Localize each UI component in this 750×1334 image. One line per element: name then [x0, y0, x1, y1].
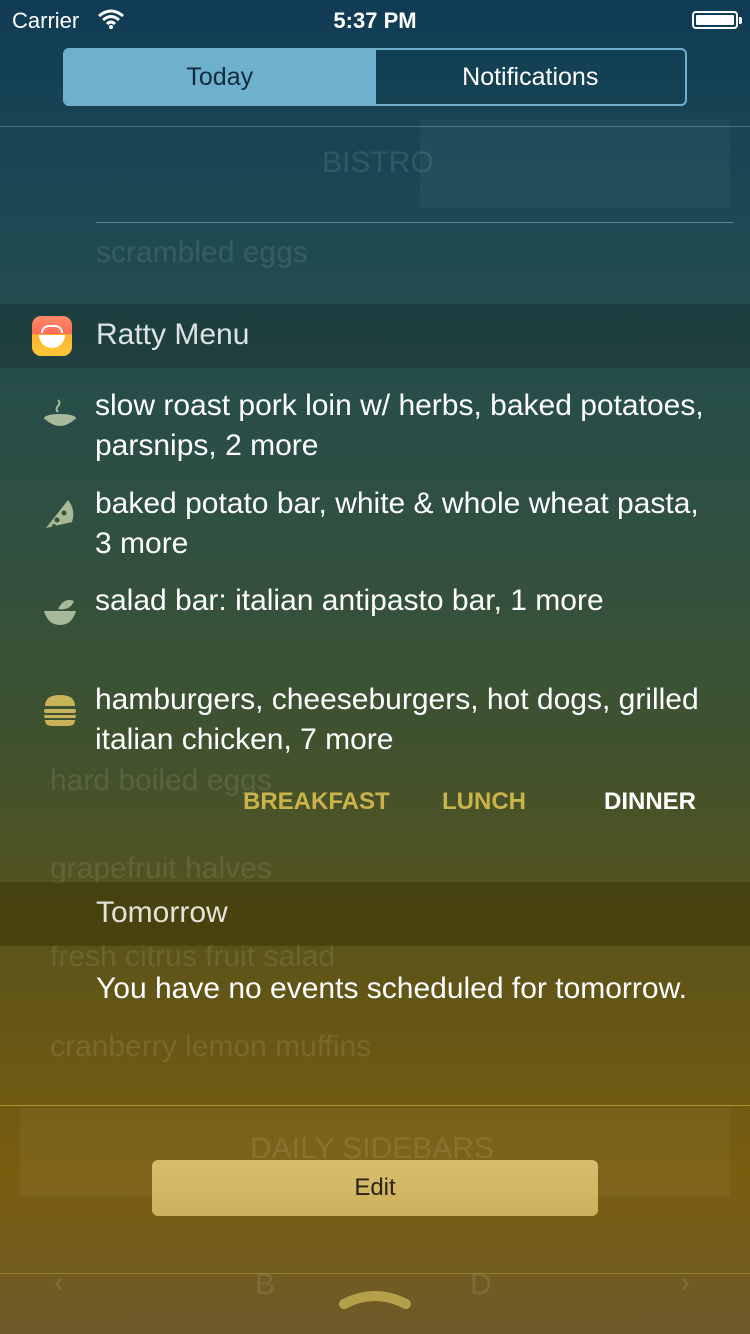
- menu-item-text: slow roast pork loin w/ herbs, baked pot…: [95, 389, 704, 462]
- menu-item-text: baked potato bar, white & whole wheat pa…: [95, 487, 699, 560]
- tomorrow-title: Tomorrow: [96, 896, 228, 929]
- burger-icon: [44, 695, 76, 726]
- salad-bowl-icon: [44, 600, 76, 625]
- status-bar: Carrier 5:37 PM: [0, 0, 750, 40]
- edit-button[interactable]: Edit: [152, 1160, 598, 1216]
- no-events-message: You have no events scheduled for tomorro…: [96, 972, 687, 1005]
- background-blur: scrambled eggs: [96, 236, 308, 269]
- background-blur: cranberry lemon muffins: [50, 1030, 372, 1063]
- ratty-menu-app-icon: [32, 316, 72, 356]
- divider: [96, 222, 734, 223]
- menu-item-text: salad bar: italian antipasto bar, 1 more: [95, 584, 604, 617]
- grabber-handle-icon[interactable]: [338, 1286, 412, 1312]
- soup-bowl-icon: [44, 399, 76, 426]
- meal-tab-lunch[interactable]: LUNCH: [442, 788, 526, 816]
- background-blur: ‹: [54, 1266, 64, 1299]
- background-blur: [420, 120, 730, 208]
- view-switcher: Today Notifications: [63, 48, 687, 106]
- background-blur: BISTRO: [322, 146, 434, 179]
- background-blur: hard boiled eggs: [50, 764, 272, 797]
- background-blur: grapefruit halves: [50, 852, 272, 885]
- divider: [0, 1105, 750, 1106]
- meal-tab-breakfast[interactable]: BREAKFAST: [243, 788, 390, 816]
- pizza-slice-icon: [46, 500, 74, 528]
- battery-icon: [692, 11, 742, 29]
- divider: [0, 1273, 750, 1274]
- widget-title[interactable]: Ratty Menu: [96, 318, 249, 352]
- tab-today[interactable]: Today: [65, 50, 375, 104]
- status-time: 5:37 PM: [333, 8, 417, 33]
- divider: [0, 126, 750, 127]
- menu-item-text: hamburgers, cheeseburgers, hot dogs, gri…: [95, 683, 699, 756]
- meal-tab-dinner[interactable]: DINNER: [604, 788, 696, 816]
- tab-notifications[interactable]: Notifications: [374, 50, 686, 104]
- background-blur: ›: [680, 1266, 690, 1299]
